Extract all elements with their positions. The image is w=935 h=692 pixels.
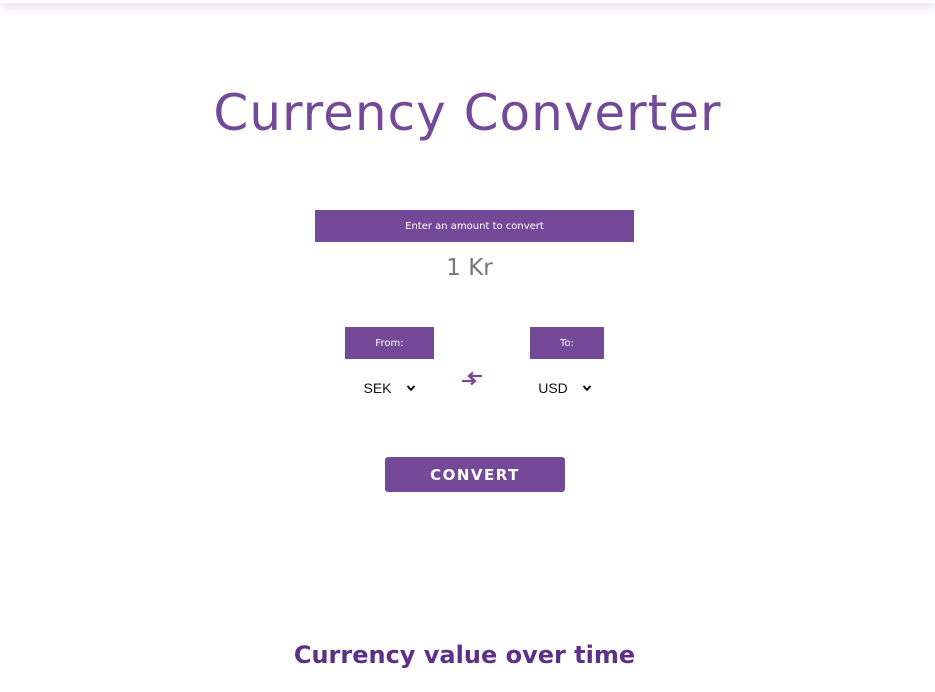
swap-arrows-icon[interactable] (460, 371, 484, 389)
amount-label: Enter an amount to convert (315, 210, 634, 242)
chevron-down-icon (406, 385, 415, 392)
currency-converter-page: Currency Converter Enter an amount to co… (0, 0, 935, 692)
currency-history-title: Currency value over time (293, 641, 636, 669)
chevron-down-icon (582, 385, 592, 392)
to-label: To: (530, 327, 604, 359)
convert-button[interactable]: CONVERT (385, 457, 565, 492)
page-title: Currency Converter (213, 84, 722, 142)
from-currency-value: SEK (363, 380, 392, 396)
to-currency-value: USD (538, 380, 568, 396)
to-currency-select[interactable]: USD (520, 376, 610, 400)
from-currency-select[interactable]: SEK (345, 376, 434, 400)
from-label: From: (345, 327, 434, 359)
amount-input[interactable] (315, 250, 624, 286)
top-bar (0, 0, 935, 3)
